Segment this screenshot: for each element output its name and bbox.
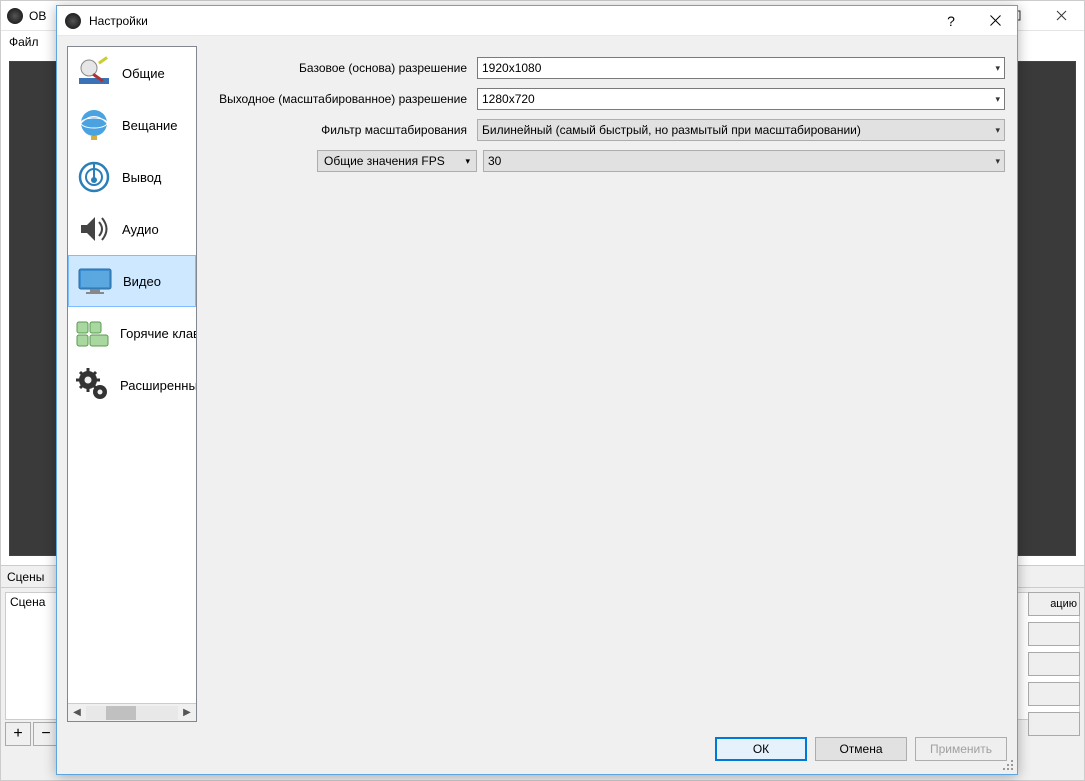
scaled-resolution-label: Выходное (масштабированное) разрешение xyxy=(207,92,477,106)
fps-type-combo[interactable]: Общие значения FPS ▾ xyxy=(317,150,477,172)
general-icon xyxy=(74,53,114,93)
sidebar-item-stream[interactable]: Вещание xyxy=(68,99,196,151)
downscale-filter-value: Билинейный (самый быстрый, но размытый п… xyxy=(482,123,861,137)
sidebar-item-audio[interactable]: Аудио xyxy=(68,203,196,255)
video-icon xyxy=(75,261,115,301)
dialog-close-button[interactable] xyxy=(973,6,1017,36)
sidebar-item-advanced[interactable]: Расширенные xyxy=(68,359,196,411)
sidebar-item-label: Аудио xyxy=(122,222,159,237)
advanced-icon xyxy=(74,365,112,405)
cancel-button[interactable]: Отмена xyxy=(815,737,907,761)
chevron-down-icon: ▾ xyxy=(995,125,1000,136)
downscale-filter-combo[interactable]: Билинейный (самый быстрый, но размытый п… xyxy=(477,119,1005,141)
chevron-down-icon: ▾ xyxy=(995,94,1000,105)
scaled-resolution-value: 1280x720 xyxy=(482,92,535,106)
chevron-down-icon: ▾ xyxy=(995,63,1000,74)
base-resolution-value: 1920x1080 xyxy=(482,61,541,75)
sidebar-item-video[interactable]: Видео xyxy=(68,255,196,307)
scroll-track[interactable] xyxy=(86,706,178,720)
add-scene-button[interactable]: + xyxy=(5,722,31,746)
audio-icon xyxy=(74,209,114,249)
sidebar-item-label: Горячие клавиши xyxy=(120,326,196,341)
sidebar-item-label: Видео xyxy=(123,274,161,289)
sidebar-item-output[interactable]: Вывод xyxy=(68,151,196,203)
base-resolution-combo[interactable]: 1920x1080 ▾ xyxy=(477,57,1005,79)
side-button-2[interactable] xyxy=(1028,622,1080,646)
main-title: OB xyxy=(29,9,46,23)
dialog-titlebar: Настройки ? xyxy=(57,6,1017,36)
settings-sidebar: Общие Вещание xyxy=(67,46,197,722)
dialog-help-button[interactable]: ? xyxy=(929,6,973,36)
resize-grip-icon[interactable] xyxy=(1001,758,1015,772)
stream-icon xyxy=(74,105,114,145)
side-button-1[interactable]: ацию xyxy=(1028,592,1080,616)
dialog-title: Настройки xyxy=(89,14,148,28)
side-button-4[interactable] xyxy=(1028,682,1080,706)
menu-file[interactable]: Файл xyxy=(9,35,39,49)
sidebar-item-label: Вывод xyxy=(122,170,161,185)
fps-value: 30 xyxy=(488,154,501,168)
sidebar-item-label: Общие xyxy=(122,66,165,81)
base-resolution-label: Базовое (основа) разрешение xyxy=(207,61,477,75)
scroll-left-icon[interactable]: ◀ xyxy=(68,705,86,721)
scroll-right-icon[interactable]: ▶ xyxy=(178,705,196,721)
output-icon xyxy=(74,157,114,197)
side-button-3[interactable] xyxy=(1028,652,1080,676)
settings-dialog: Настройки ? xyxy=(56,5,1018,775)
fps-type-value: Общие значения FPS xyxy=(324,154,445,168)
sidebar-item-label: Вещание xyxy=(122,118,178,133)
dialog-logo-icon xyxy=(65,13,81,29)
fps-value-combo[interactable]: 30 ▾ xyxy=(483,150,1005,172)
chevron-down-icon: ▾ xyxy=(995,156,1000,167)
downscale-filter-label: Фильтр масштабирования xyxy=(207,123,477,137)
dialog-button-bar: ОК Отмена Применить xyxy=(57,732,1017,774)
sidebar-item-general[interactable]: Общие xyxy=(68,47,196,99)
obs-logo-icon xyxy=(7,8,23,24)
apply-button: Применить xyxy=(915,737,1007,761)
side-button-5[interactable] xyxy=(1028,712,1080,736)
sidebar-item-label: Расширенные xyxy=(120,378,196,393)
chevron-down-icon: ▾ xyxy=(465,156,470,167)
video-settings-panel: Базовое (основа) разрешение 1920x1080 ▾ … xyxy=(207,46,1007,722)
hotkeys-icon xyxy=(74,313,112,353)
sidebar-hscrollbar[interactable]: ◀ ▶ xyxy=(68,703,196,721)
main-close-button[interactable] xyxy=(1038,1,1084,31)
scaled-resolution-combo[interactable]: 1280x720 ▾ xyxy=(477,88,1005,110)
scroll-thumb[interactable] xyxy=(106,706,136,720)
sidebar-item-hotkeys[interactable]: Горячие клавиши xyxy=(68,307,196,359)
ok-button[interactable]: ОК xyxy=(715,737,807,761)
